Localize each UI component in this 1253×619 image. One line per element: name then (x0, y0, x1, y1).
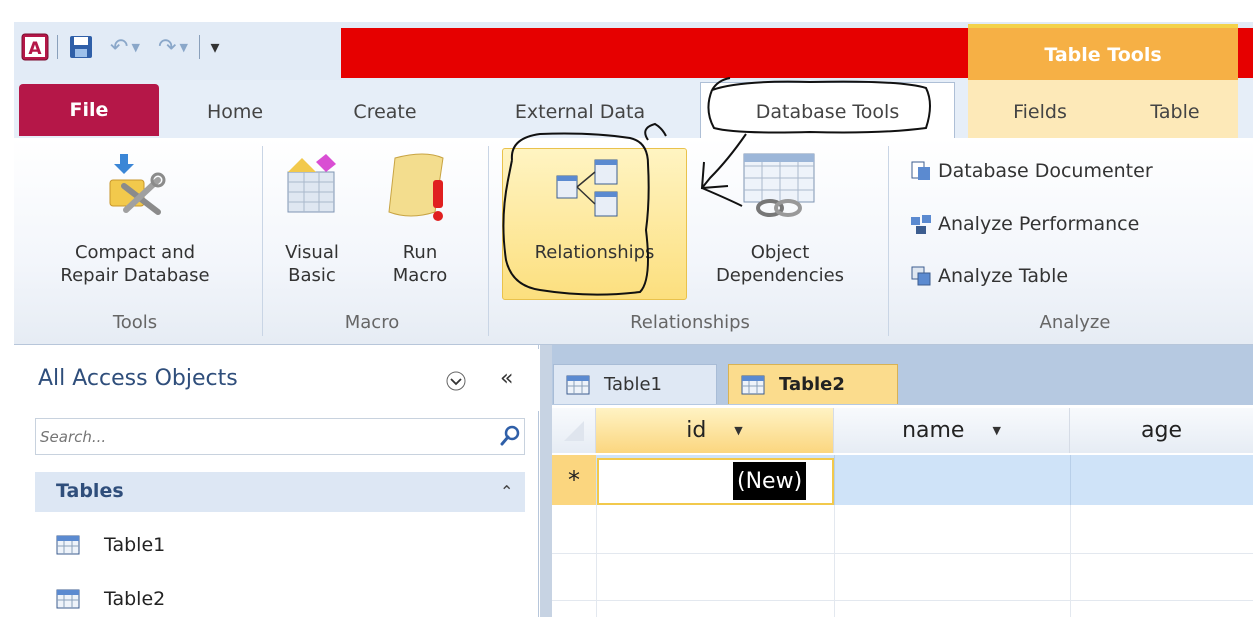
run-macro-button[interactable]: Run Macro (380, 241, 460, 287)
svg-text:A: A (28, 39, 42, 59)
tab-table[interactable]: Table (1120, 86, 1230, 138)
undo-icon[interactable]: ↶ ▼ (104, 32, 146, 62)
analyze-performance-label: Analyze Performance (938, 213, 1140, 235)
analyze-table-icon (911, 266, 931, 286)
nav-item-label: Table2 (104, 588, 166, 610)
shutter-bar-close-icon[interactable]: « (500, 366, 513, 391)
tab-home[interactable]: Home (180, 86, 290, 138)
run-macro-icon (385, 150, 455, 225)
column-header-label: id (686, 418, 707, 443)
run-macro-label-line2: Macro (392, 265, 448, 286)
run-macro-label-line1: Run (402, 242, 438, 263)
access-app-icon[interactable]: A (20, 32, 50, 62)
analyze-table-button[interactable]: Analyze Table (910, 260, 1068, 292)
tab-create[interactable]: Create (330, 86, 440, 138)
group-label-macro: Macro (344, 312, 400, 333)
grid-line (1070, 455, 1071, 505)
tab-file[interactable]: File (19, 84, 159, 136)
grid-line (552, 553, 1253, 554)
column-header-id[interactable]: id ▼ (596, 408, 834, 453)
visual-basic-icon (282, 150, 342, 220)
database-documenter-button[interactable]: Database Documenter (910, 155, 1153, 187)
visual-basic-button[interactable]: Visual Basic (272, 241, 352, 287)
nav-item-label: Table1 (104, 534, 166, 556)
compact-repair-button[interactable]: Compact and Repair Database (30, 241, 240, 287)
column-dropdown-icon[interactable]: ▼ (992, 424, 1000, 437)
column-header-label: name (902, 418, 965, 443)
table-icon (56, 589, 80, 609)
document-tab-table2[interactable]: Table2 (728, 364, 898, 404)
customize-qat-icon[interactable]: ▾ (204, 32, 226, 62)
compact-repair-label-line2: Repair Database (60, 265, 210, 286)
column-header-age[interactable]: age (1070, 408, 1253, 453)
search-icon[interactable] (498, 424, 522, 448)
document-tab-label: Table2 (779, 374, 845, 395)
grid-line (552, 600, 1253, 601)
nav-item-table1[interactable]: Table1 (56, 525, 165, 565)
tab-fields[interactable]: Fields (980, 86, 1100, 138)
compact-repair-icon (100, 150, 170, 220)
group-label-analyze: Analyze (1039, 312, 1111, 333)
column-header-name[interactable]: name ▼ (834, 408, 1070, 453)
grid-line (834, 455, 835, 505)
database-documenter-label: Database Documenter (938, 160, 1153, 182)
navigation-pane-title[interactable]: All Access Objects (38, 366, 238, 391)
qat-separator (199, 35, 200, 59)
analyze-table-label: Analyze Table (938, 265, 1069, 287)
document-tab-label: Table1 (604, 374, 662, 395)
table-icon (56, 535, 80, 555)
analyze-performance-icon (911, 215, 931, 234)
grid-line (1070, 505, 1071, 617)
compact-repair-label-line1: Compact and (74, 242, 196, 263)
grid-line (596, 505, 597, 617)
group-divider (262, 146, 263, 336)
visual-basic-label-line2: Basic (288, 265, 336, 286)
title-bar-caption-area (1238, 28, 1253, 78)
table-icon (566, 375, 590, 394)
nav-item-table2[interactable]: Table2 (56, 579, 165, 619)
visual-basic-label-line1: Visual (285, 242, 339, 263)
collapse-group-icon[interactable]: ⌃ (500, 482, 513, 501)
column-dropdown-icon[interactable]: ▼ (734, 424, 742, 437)
column-header-label: age (1141, 418, 1182, 443)
nav-menu-dropdown-icon[interactable] (445, 370, 467, 392)
table-icon (741, 375, 765, 394)
contextual-group-title: Table Tools (1044, 44, 1162, 66)
redo-icon[interactable]: ↷ ▼ (152, 32, 194, 62)
group-label-relationships: Relationships (630, 312, 750, 333)
grid-line (834, 505, 835, 617)
save-icon[interactable] (66, 32, 96, 62)
select-all-corner[interactable] (552, 408, 596, 453)
pane-splitter[interactable] (540, 345, 552, 617)
hand-drawn-annotation (502, 77, 931, 296)
new-autonumber-value: (New) (733, 462, 807, 500)
database-documenter-icon (911, 161, 930, 180)
group-label-tools: Tools (112, 312, 158, 333)
search-input[interactable] (38, 423, 478, 451)
nav-group-label: Tables (56, 480, 124, 502)
record-selector[interactable]: * (552, 455, 596, 505)
qat-separator (57, 35, 58, 59)
document-tab-table1[interactable]: Table1 (553, 364, 717, 404)
analyze-performance-button[interactable]: Analyze Performance (910, 208, 1139, 240)
